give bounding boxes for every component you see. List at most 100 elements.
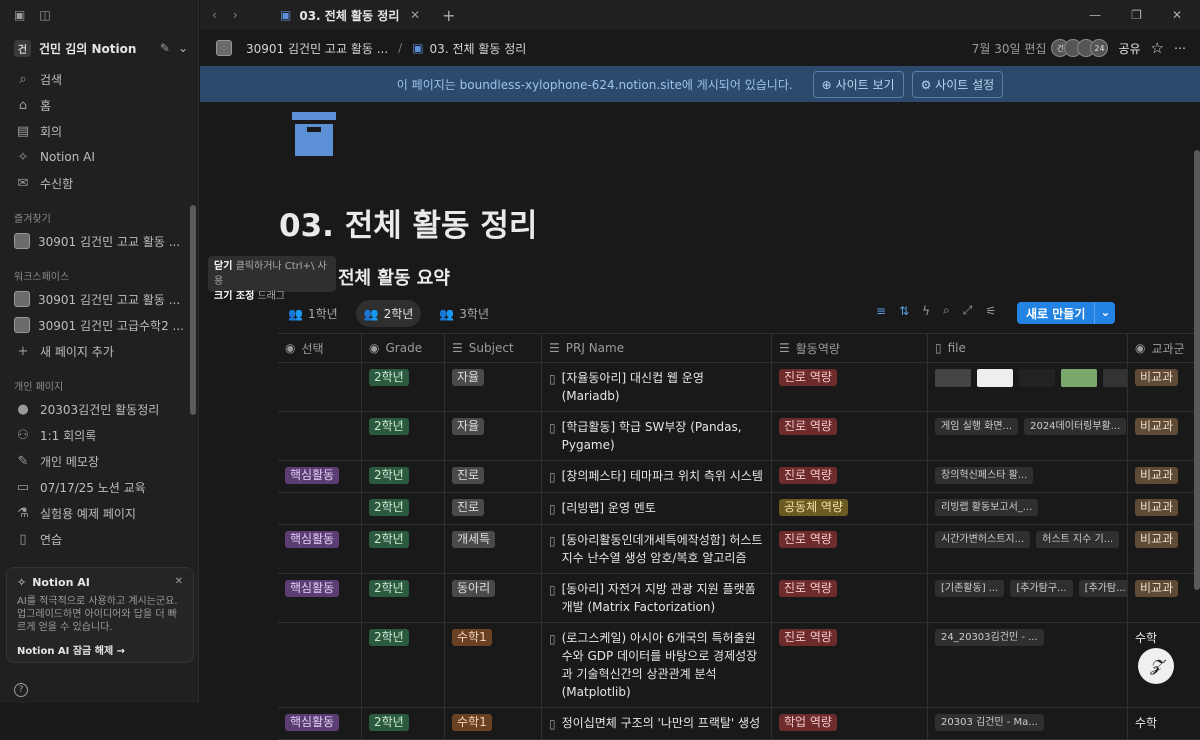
file-thumbnail[interactable] [1103, 369, 1127, 387]
tab-current[interactable]: ▣ 03. 전체 활동 정리 ✕ [270, 0, 430, 30]
cell-grade[interactable]: 2학년 [362, 363, 445, 411]
cell-prj-name[interactable]: ▯ [동아리] 자전거 지방 관광 지원 플랫폼 개발 (Matrix Facto… [542, 574, 772, 622]
page-archive-icon[interactable] [292, 112, 336, 156]
sidebar-page-item[interactable]: ⚗ 실험용 예제 페이지 [0, 500, 198, 526]
cell-files[interactable]: [기존활동] ... [추가탐구... [추가탐... [928, 574, 1128, 622]
prj-name[interactable]: ▯ (로그스케일) 아시아 6개국의 특허출원수와 GDP 데이터를 바탕으로 경… [549, 629, 764, 701]
cell-select[interactable]: 핵심활동 [278, 461, 362, 492]
cell-subject-group[interactable]: 비교과 [1128, 461, 1200, 492]
cell-grade[interactable]: 2학년 [362, 461, 445, 492]
cell-prj-name[interactable]: ▯ [창의페스타] 테마파크 위치 측위 시스템 [542, 461, 772, 492]
file-chip[interactable]: [추가탐구... [1010, 580, 1073, 597]
prj-name[interactable]: ▯ [자율동아리] 대신컵 웹 운영 (Mariadb) [549, 369, 764, 405]
table-row[interactable]: 핵심활동 2학년 개세특 ▯ [동아리활동인데개세특에작성함] 허스트 지수 난수열 생… [278, 525, 1200, 574]
column-header[interactable]: ◉ 교과군 [1128, 333, 1200, 363]
cell-select[interactable] [278, 363, 362, 411]
sidebar-item-meeting[interactable]: ▤ 회의 [0, 118, 198, 144]
cell-competency[interactable]: 진로 역량 [772, 461, 928, 492]
cell-prj-name[interactable]: ▯ [자율동아리] 대신컵 웹 운영 (Mariadb) [542, 363, 772, 411]
column-header[interactable]: ◉ Grade [362, 333, 445, 363]
cell-select[interactable]: 핵심활동 [278, 525, 362, 573]
cell-files[interactable]: 20303 김건민 - Ma... [928, 708, 1128, 739]
file-chip[interactable]: [기존활동] ... [935, 580, 1005, 597]
cell-files[interactable]: 시간가변허스트지... 허스트 지수 기... [928, 525, 1128, 573]
cell-subject[interactable]: 동아리 [445, 574, 542, 622]
cell-subject[interactable]: 개세특 [445, 525, 542, 573]
cell-select[interactable] [278, 623, 362, 707]
back-icon[interactable]: ‹ [212, 8, 217, 22]
table-row[interactable]: 2학년 자율 ▯ [자율동아리] 대신컵 웹 운영 (Mariadb) 진로 역량 비교과 [278, 363, 1200, 412]
cell-grade[interactable]: 2학년 [362, 412, 445, 460]
file-chip[interactable]: 게임 실행 화면... [935, 418, 1019, 435]
column-header[interactable]: ☰ PRJ Name [542, 333, 772, 363]
filter-icon[interactable]: ≡ [876, 304, 886, 318]
sidebar-scrollbar[interactable] [190, 205, 196, 415]
prj-name[interactable]: ▯ [리빙랩] 운영 멘토 [549, 499, 656, 518]
maximize-icon[interactable]: ❐ [1131, 8, 1142, 22]
cell-files[interactable]: 리빙랩 활동보고서_... [928, 493, 1128, 524]
table-row[interactable]: 핵심활동 2학년 진로 ▯ [창의페스타] 테마파크 위치 측위 시스템 진로 역량 창의혁… [278, 461, 1200, 493]
cell-subject[interactable]: 수학1 [445, 708, 542, 739]
share-button[interactable]: 공유 [1118, 40, 1140, 57]
sidebar-page-item[interactable]: ⚇ 1:1 회의록 [0, 422, 198, 448]
cell-prj-name[interactable]: ▯ 정이십면체 구조의 '나만의 프랙탈' 생성 [542, 708, 772, 739]
cell-subject-group[interactable]: 비교과 [1128, 412, 1200, 460]
sidebar-page-item[interactable]: ● 20303김건민 활동정리 [0, 396, 198, 422]
cell-grade[interactable]: 2학년 [362, 493, 445, 524]
favorites-heading[interactable]: 즐겨찾기 [0, 206, 198, 228]
sidebar-page-item[interactable]: ▯ 연습 [0, 526, 198, 552]
prj-name[interactable]: ▯ 정이십면체 구조의 '나만의 프랙탈' 생성 [549, 714, 760, 733]
more-icon[interactable]: ⋯ [1174, 41, 1186, 55]
cell-competency[interactable]: 공동체 역량 [772, 493, 928, 524]
column-header[interactable]: ▯ file [928, 333, 1128, 363]
file-chip[interactable]: 20303 김건민 - Ma... [935, 714, 1044, 731]
help-icon[interactable]: ? [14, 683, 28, 697]
cell-competency[interactable]: 진로 역량 [772, 574, 928, 622]
expand-icon[interactable]: ⤢ [963, 303, 973, 318]
table-row[interactable]: 2학년 자율 ▯ [학급활동] 학급 SW부장 (Pandas, Pygame) 진로 … [278, 412, 1200, 461]
table-row[interactable]: 2학년 수학1 ▯ (로그스케일) 아시아 6개국의 특허출원수와 GDP 데이터를 … [278, 623, 1200, 708]
cell-subject-group[interactable]: 비교과 [1128, 363, 1200, 411]
view-tab[interactable]: 👥 2학년 [355, 300, 422, 327]
sidebar-page-item[interactable]: 30901 김건민 고급수학2 ... [0, 312, 198, 338]
file-chip[interactable]: 허스트 지수 기... [1036, 531, 1120, 548]
cell-subject-group[interactable]: 수학 [1128, 708, 1200, 739]
cell-select[interactable] [278, 493, 362, 524]
cell-subject-group[interactable]: 비교과 [1128, 574, 1200, 622]
cell-competency[interactable]: 진로 역량 [772, 363, 928, 411]
cell-select[interactable]: 핵심활동 [278, 708, 362, 739]
site-settings-button[interactable]: ⚙ 사이트 설정 [911, 70, 1004, 98]
file-chip[interactable]: 시간가변허스트지... [935, 531, 1031, 548]
column-header[interactable]: ☰ 활동역량 [772, 333, 928, 363]
view-tab[interactable]: 👥 3학년 [431, 300, 497, 327]
close-window-icon[interactable]: ✕ [1172, 8, 1182, 22]
cell-files[interactable]: 게임 실행 화면... 2024데이터링부활... [928, 412, 1128, 460]
cell-subject[interactable]: 진로 [445, 493, 542, 524]
cell-subject[interactable]: 자율 [445, 412, 542, 460]
cell-select[interactable]: 핵심활동 [278, 574, 362, 622]
collaborator-avatars[interactable]: 건 24 [1051, 39, 1109, 57]
cell-prj-name[interactable]: ▯ [리빙랩] 운영 멘토 [542, 493, 772, 524]
cell-competency[interactable]: 진로 역량 [772, 412, 928, 460]
cell-files[interactable]: 24_20303김건민 - ... [928, 623, 1128, 707]
sidebar-item-inbox[interactable]: ✉ 수신함 [0, 170, 198, 196]
cell-grade[interactable]: 2학년 [362, 525, 445, 573]
automation-icon[interactable]: ϟ [922, 304, 930, 318]
cell-subject-group[interactable]: 비교과 [1128, 525, 1200, 573]
chevron-down-icon[interactable]: ⌄ [1094, 302, 1115, 324]
file-thumbnail[interactable] [1019, 369, 1055, 387]
cell-competency[interactable]: 학업 역량 [772, 708, 928, 739]
sort-icon[interactable]: ⇅ [899, 304, 909, 318]
breadcrumb-current[interactable]: ▣ 03. 전체 활동 정리 [412, 40, 526, 57]
sidebar-page-item[interactable]: 30901 김건민 고교 활동 ... [0, 228, 198, 254]
sidebar-page-item[interactable]: 30901 김건민 고교 활동 ... [0, 286, 198, 312]
prj-name[interactable]: ▯ [동아리활동인데개세특에작성함] 허스트 지수 난수열 생성 암호/복호 알고… [549, 531, 764, 567]
workspace-heading[interactable]: 워크스페이스 [0, 264, 198, 286]
view-site-button[interactable]: ⊕ 사이트 보기 [812, 70, 904, 98]
tab-close-icon[interactable]: ✕ [410, 8, 420, 22]
cell-grade[interactable]: 2학년 [362, 574, 445, 622]
notion-ai-button[interactable]: 𝓩 [1138, 648, 1174, 684]
cell-competency[interactable]: 진로 역량 [772, 623, 928, 707]
cell-competency[interactable]: 진로 역량 [772, 525, 928, 573]
sidebar-item-ai[interactable]: ✧ Notion AI [0, 144, 198, 170]
